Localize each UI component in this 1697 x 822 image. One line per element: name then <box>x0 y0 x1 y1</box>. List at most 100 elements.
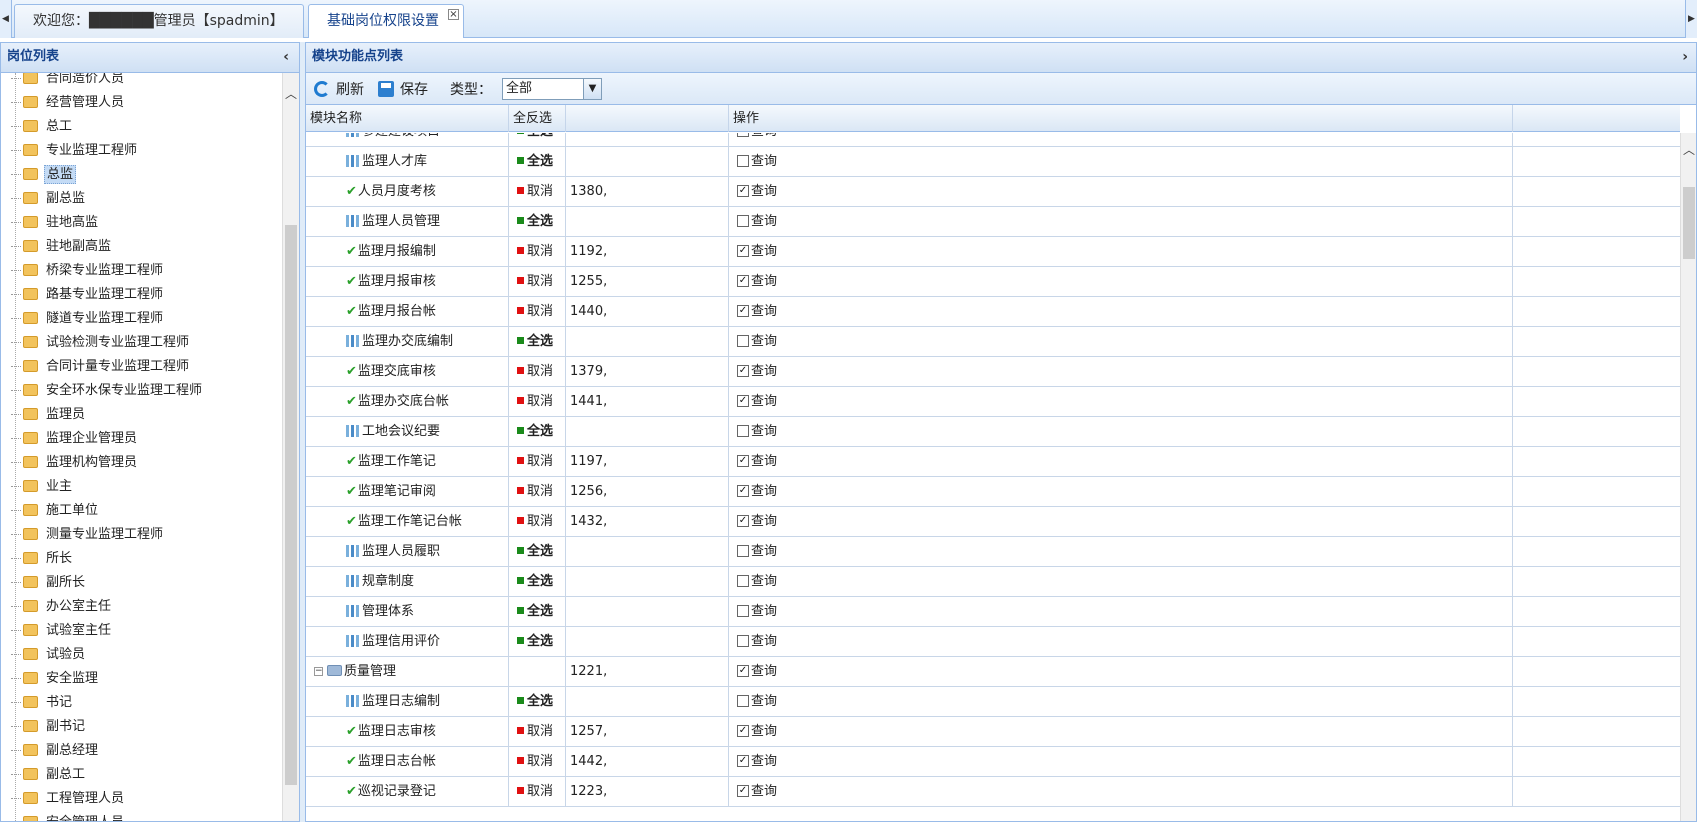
module-grid-scrollbar[interactable]: ︿ <box>1680 133 1696 821</box>
table-row[interactable]: 参建建设项目 全选 查询 <box>306 133 1680 147</box>
select-toggle-cell[interactable]: 全选 <box>509 147 566 177</box>
position-tree-item[interactable]: 总监 <box>11 163 77 187</box>
query-permission-checkbox[interactable]: ✓ <box>737 274 749 287</box>
query-permission-checkbox[interactable] <box>737 154 749 167</box>
table-row[interactable]: 监理办交底编制 全选 查询 <box>306 327 1680 357</box>
select-all-link[interactable]: 全选 <box>527 634 553 649</box>
scrollbar-thumb[interactable] <box>1683 187 1695 259</box>
table-row[interactable]: 监理人员管理 全选 查询 <box>306 207 1680 237</box>
position-tree-item[interactable]: 业主 <box>11 475 74 499</box>
query-permission-checkbox[interactable]: ✓ <box>737 664 749 677</box>
select-toggle-cell[interactable]: 取消 <box>509 297 566 327</box>
select-toggle-cell[interactable]: 取消 <box>509 747 566 777</box>
position-tree-item[interactable]: 副总监 <box>11 187 87 211</box>
cancel-link[interactable]: 取消 <box>527 244 553 259</box>
tab-scroll-left-button[interactable]: ◀ <box>0 0 12 38</box>
position-tree-item[interactable]: 副所长 <box>11 571 87 595</box>
select-toggle-cell[interactable]: 取消 <box>509 237 566 267</box>
type-select[interactable]: 全部 ▼ <box>502 77 602 100</box>
position-tree-item[interactable]: 专业监理工程师 <box>11 139 139 163</box>
cancel-link[interactable]: 取消 <box>527 364 553 379</box>
select-all-link[interactable]: 全选 <box>527 694 553 709</box>
select-all-link[interactable]: 全选 <box>527 154 553 169</box>
position-tree-item[interactable]: 经营管理人员 <box>11 91 126 115</box>
position-tree-item[interactable]: 副总工 <box>11 763 87 787</box>
query-permission-checkbox[interactable]: ✓ <box>737 364 749 377</box>
chevron-down-icon[interactable]: ▼ <box>583 78 601 99</box>
query-permission-checkbox[interactable]: ✓ <box>737 784 749 797</box>
select-toggle-cell[interactable]: 全选 <box>509 687 566 717</box>
column-header-operation[interactable]: 操作 <box>729 105 1513 132</box>
select-all-link[interactable]: 全选 <box>527 214 553 229</box>
cancel-link[interactable]: 取消 <box>527 514 553 529</box>
query-permission-checkbox[interactable]: ✓ <box>737 184 749 197</box>
select-toggle-cell[interactable]: 取消 <box>509 357 566 387</box>
position-tree-item[interactable]: 桥梁专业监理工程师 <box>11 259 165 283</box>
query-permission-checkbox[interactable]: ✓ <box>737 514 749 527</box>
query-permission-checkbox[interactable] <box>737 133 749 137</box>
select-toggle-cell[interactable]: 全选 <box>509 597 566 627</box>
cancel-link[interactable]: 取消 <box>527 304 553 319</box>
table-row[interactable]: ✔监理日志审核 取消 1257, ✓ 查询 <box>306 717 1680 747</box>
cancel-link[interactable]: 取消 <box>527 484 553 499</box>
select-toggle-cell[interactable]: 全选 <box>509 327 566 357</box>
table-row[interactable]: ✔人员月度考核 取消 1380, ✓ 查询 <box>306 177 1680 207</box>
position-list-scrollbar[interactable]: ︿ <box>282 73 299 821</box>
table-row[interactable]: ✔监理办交底台帐 取消 1441, ✓ 查询 <box>306 387 1680 417</box>
select-toggle-cell[interactable]: 全选 <box>509 417 566 447</box>
query-permission-checkbox[interactable]: ✓ <box>737 754 749 767</box>
table-row[interactable]: 监理人才库 全选 查询 <box>306 147 1680 177</box>
cancel-link[interactable]: 取消 <box>527 394 553 409</box>
table-row[interactable]: ✔监理工作笔记台帐 取消 1432, ✓ 查询 <box>306 507 1680 537</box>
table-row[interactable]: ✔监理月报台帐 取消 1440, ✓ 查询 <box>306 297 1680 327</box>
position-tree-item[interactable]: 试验室主任 <box>11 619 113 643</box>
select-toggle-cell[interactable]: 全选 <box>509 207 566 237</box>
close-icon[interactable]: × <box>448 9 459 20</box>
select-all-link[interactable]: 全选 <box>527 544 553 559</box>
table-row[interactable]: ✔监理交底审核 取消 1379, ✓ 查询 <box>306 357 1680 387</box>
select-toggle-cell[interactable]: 全选 <box>509 567 566 597</box>
position-tree-item[interactable]: 监理机构管理员 <box>11 451 139 475</box>
scroll-up-icon[interactable]: ︿ <box>1683 141 1695 158</box>
query-permission-checkbox[interactable] <box>737 214 749 227</box>
collapse-left-panel-icon[interactable]: ‹ <box>283 43 289 71</box>
cancel-link[interactable]: 取消 <box>527 784 553 799</box>
table-row[interactable]: − 质量管理 1221, ✓ 查询 <box>306 657 1680 687</box>
select-all-link[interactable]: 全选 <box>527 424 553 439</box>
select-toggle-cell[interactable]: 取消 <box>509 447 566 477</box>
position-tree-item[interactable]: 测量专业监理工程师 <box>11 523 165 547</box>
position-tree-item[interactable]: 施工单位 <box>11 499 100 523</box>
position-tree-item[interactable]: 试验员 <box>11 643 87 667</box>
query-permission-checkbox[interactable] <box>737 334 749 347</box>
table-row[interactable]: ✔巡视记录登记 取消 1223, ✓ 查询 <box>306 777 1680 807</box>
query-permission-checkbox[interactable]: ✓ <box>737 244 749 257</box>
query-permission-checkbox[interactable]: ✓ <box>737 484 749 497</box>
select-toggle-cell[interactable]: 取消 <box>509 717 566 747</box>
cancel-link[interactable]: 取消 <box>527 454 553 469</box>
cancel-link[interactable]: 取消 <box>527 754 553 769</box>
position-tree-item[interactable]: 驻地高监 <box>11 211 100 235</box>
query-permission-checkbox[interactable] <box>737 604 749 617</box>
position-tree-item[interactable]: 安全监理 <box>11 667 100 691</box>
select-all-link[interactable]: 全选 <box>527 604 553 619</box>
select-toggle-cell[interactable]: 取消 <box>509 777 566 807</box>
position-tree-item[interactable]: 工程管理人员 <box>11 787 126 811</box>
select-toggle-cell[interactable]: 取消 <box>509 507 566 537</box>
query-permission-checkbox[interactable]: ✓ <box>737 394 749 407</box>
position-tree-item[interactable]: 所长 <box>11 547 74 571</box>
position-tree-item[interactable]: 办公室主任 <box>11 595 113 619</box>
query-permission-checkbox[interactable] <box>737 634 749 647</box>
position-tree-item[interactable]: 安全环水保专业监理工程师 <box>11 379 204 403</box>
position-tree-item[interactable]: 副总经理 <box>11 739 100 763</box>
position-tree-item[interactable]: 总工 <box>11 115 74 139</box>
tab-welcome[interactable]: 欢迎您：██████管理员【spadmin】 <box>14 4 304 38</box>
position-tree-item[interactable]: 试验检测专业监理工程师 <box>11 331 191 355</box>
position-tree-item[interactable]: 书记 <box>11 691 74 715</box>
select-toggle-cell[interactable]: 全选 <box>509 133 566 147</box>
position-tree-item[interactable]: 安全管理人员 <box>11 811 126 821</box>
query-permission-checkbox[interactable]: ✓ <box>737 724 749 737</box>
select-all-link[interactable]: 全选 <box>527 574 553 589</box>
column-header-select-all[interactable]: 全反选 <box>509 105 566 132</box>
select-all-link[interactable]: 全选 <box>527 133 553 139</box>
query-permission-checkbox[interactable] <box>737 574 749 587</box>
